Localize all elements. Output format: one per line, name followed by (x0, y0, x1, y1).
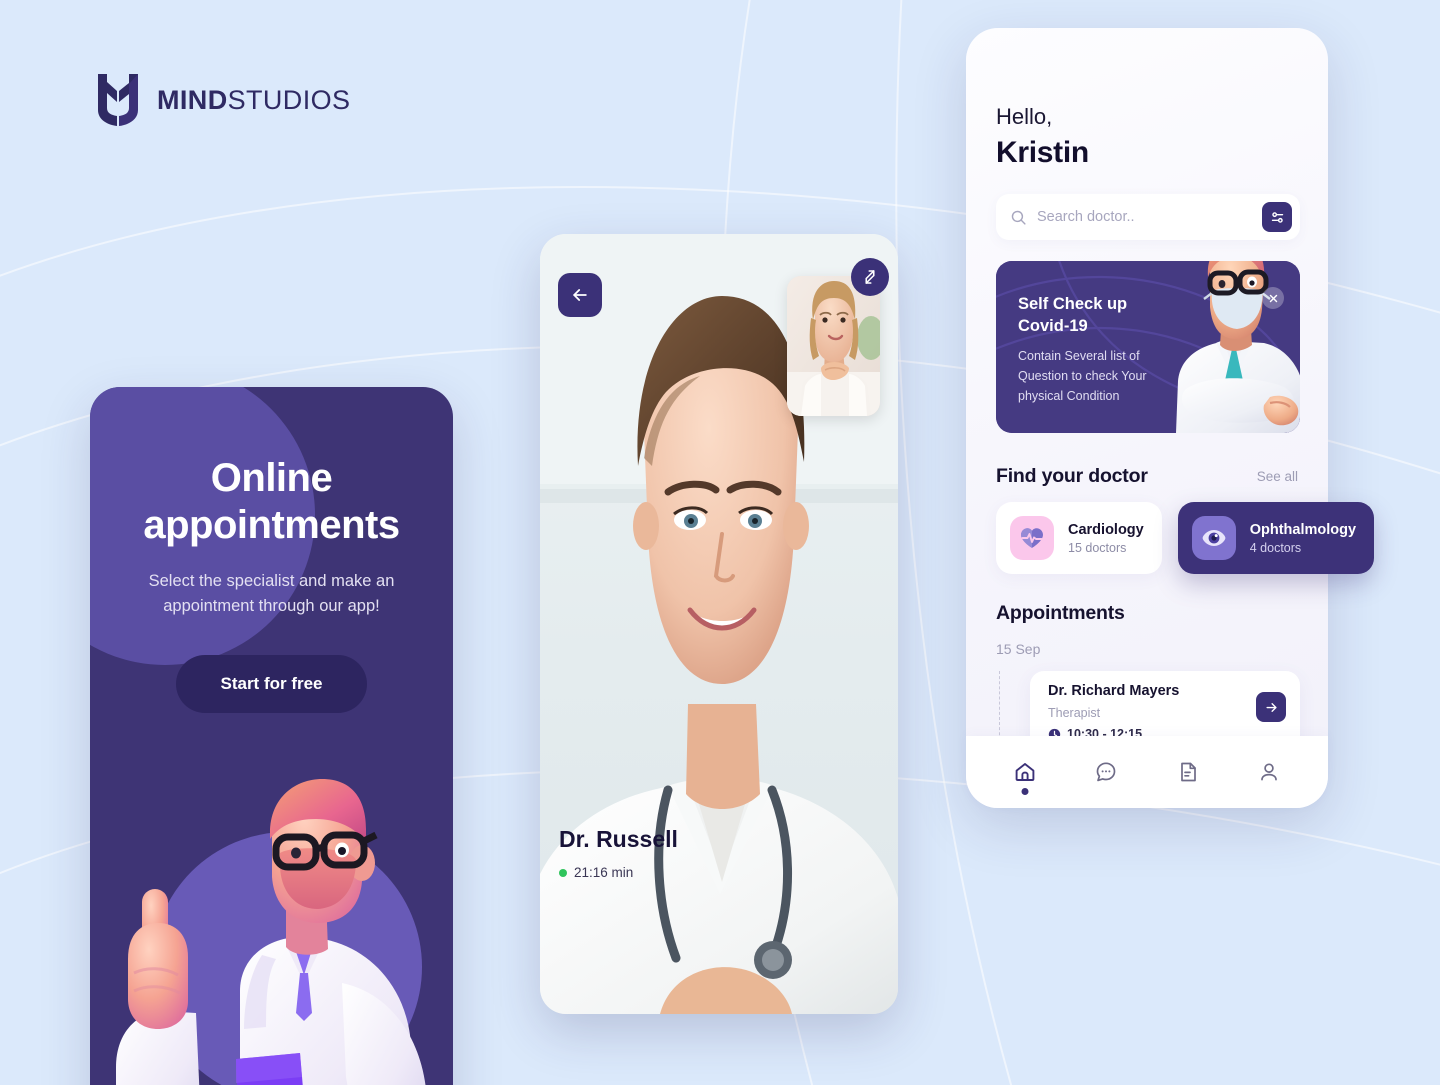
nav-chat[interactable] (1085, 751, 1127, 793)
banner-description: Contain Several list of Question to chec… (1018, 349, 1147, 403)
appointment-doctor-name: Dr. Richard Mayers (1048, 683, 1180, 699)
document-icon (1180, 762, 1196, 782)
home-icon (1015, 763, 1035, 781)
bottom-navigation (966, 736, 1328, 808)
specialty-count: 4 doctors (1249, 540, 1302, 555)
swap-camera-button[interactable] (851, 258, 889, 296)
mind-studios-shield-logo (98, 74, 138, 126)
banner-title: Self Check up Covid-19 (1018, 295, 1128, 335)
brand-name-bold: MIND (157, 84, 228, 115)
nav-active-indicator (1021, 788, 1029, 795)
specialty-count: 15 doctors (1068, 540, 1127, 555)
start-for-free-button[interactable]: Start for free (176, 655, 367, 713)
heart-pulse-icon (1010, 516, 1054, 560)
specialty-card-ophthalmology[interactable]: Ophthalmology 4 doctors (1177, 502, 1375, 574)
specialty-list: Cardiology 15 doctors Ophthalmology 4 do… (996, 502, 1375, 574)
appointment-specialty: Therapist (1048, 706, 1101, 720)
appointment-date: 15 Sep (996, 641, 1041, 657)
specialty-name: Ophthalmology (1249, 521, 1357, 538)
doctor-pointing-illustration (116, 779, 426, 1085)
nav-home[interactable] (1004, 751, 1046, 795)
search-input[interactable] (1037, 209, 1262, 225)
online-status-dot (559, 868, 567, 877)
brand-logo: MINDSTUDIOS (96, 72, 350, 128)
masked-doctor-illustration (1176, 261, 1300, 433)
onboarding-title: Online appointments (143, 456, 400, 547)
brand-wordmark: MINDSTUDIOS (157, 85, 350, 116)
video-call-phone-screen: Dr. Russell 21:16 min (540, 234, 898, 1014)
poster-canvas: MINDSTUDIOS Online appointments Select t… (0, 0, 1440, 1085)
home-phone-screen: Hello, Kristin Search doctor.. Self Chec… (966, 28, 1375, 808)
greeting-text: Hello, (996, 104, 1053, 129)
search-icon (1011, 210, 1026, 225)
chat-bubble-icon (1096, 762, 1116, 782)
brand-name-light: STUDIOS (227, 84, 351, 115)
see-all-link[interactable]: See all (1257, 469, 1298, 484)
filter-button[interactable] (1262, 202, 1292, 232)
arrow-right-icon (1265, 702, 1277, 712)
arrow-left-icon (573, 289, 587, 301)
caller-name: Dr. Russell (559, 826, 678, 852)
call-duration-text: 21:16 min (574, 865, 634, 880)
covid-selfcheck-banner[interactable]: Self Check up Covid-19 Contain Several l… (996, 261, 1300, 433)
nav-documents[interactable] (1167, 751, 1209, 793)
user-name: Kristin (996, 136, 1089, 169)
eye-icon (1191, 516, 1236, 560)
onboarding-subtitle: Select the specialist and make an appoin… (148, 572, 395, 615)
call-duration: 21:16 min (559, 865, 633, 880)
appointment-open-button[interactable] (1256, 692, 1286, 722)
self-view-pip[interactable] (787, 276, 880, 416)
nav-profile[interactable] (1248, 751, 1290, 793)
onboarding-phone-screen: Online appointments Select the specialis… (90, 387, 453, 1085)
patient-video-thumbnail (787, 276, 880, 416)
banner-close-button[interactable] (1262, 287, 1284, 309)
search-bar[interactable] (996, 194, 1300, 240)
appointments-heading: Appointments (996, 602, 1125, 624)
find-doctor-heading: Find your doctor (996, 465, 1148, 487)
specialty-name: Cardiology (1068, 521, 1144, 538)
close-icon (1269, 294, 1277, 302)
person-icon (1261, 763, 1278, 781)
sliders-filter-icon (1271, 211, 1283, 223)
swap-camera-icon (865, 270, 875, 284)
back-button[interactable] (558, 273, 602, 317)
specialty-card-cardiology[interactable]: Cardiology 15 doctors (996, 502, 1162, 574)
